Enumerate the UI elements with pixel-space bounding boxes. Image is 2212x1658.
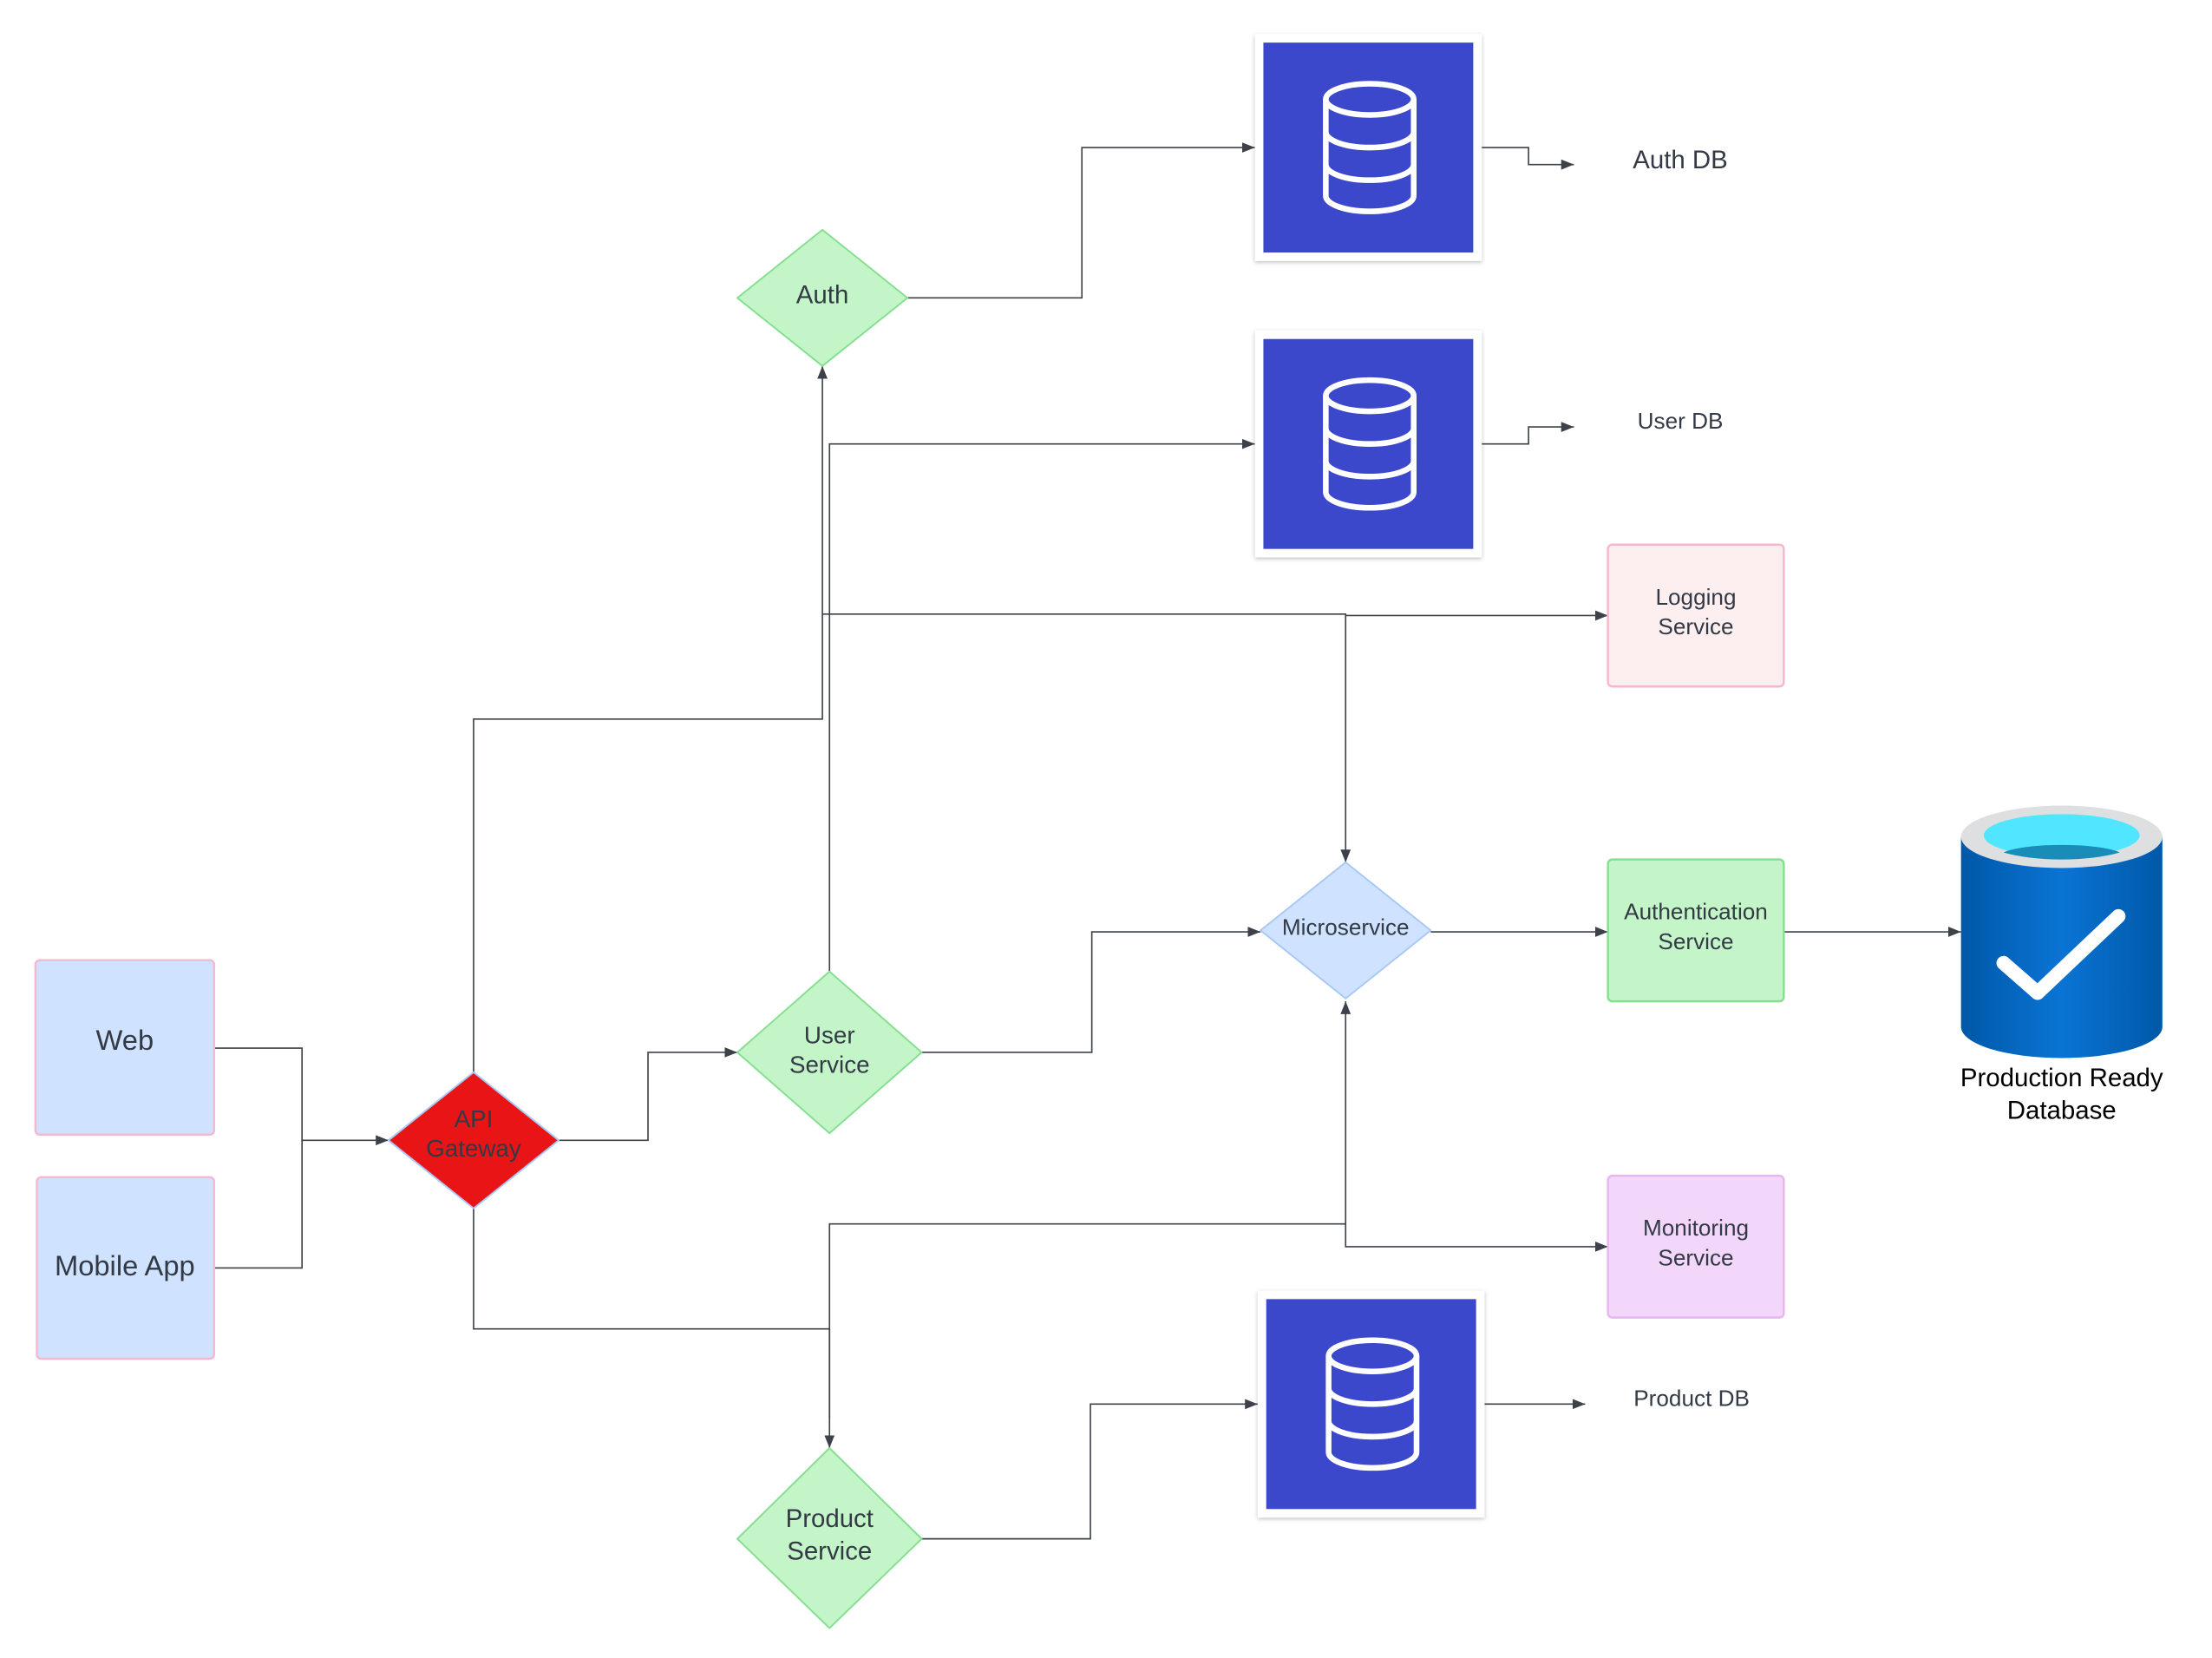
edge-mobile-gateway (213, 1140, 303, 1269)
edge-userdb-label (1482, 422, 1574, 445)
logging-service-label-1: Logging (1655, 584, 1736, 610)
user-service-label-2: Service (789, 1052, 870, 1078)
user-service-label-1: User (804, 1021, 855, 1048)
auth-db-label: Auth DB (1633, 146, 1728, 174)
edge-gateway-user-service (559, 1047, 737, 1142)
edge-product-service-productdb (921, 1399, 1258, 1540)
node-user-db[interactable] (1254, 330, 1482, 558)
architecture-diagram: Web Mobile App API Gateway Auth User Ser… (34, 34, 2163, 1629)
node-auth[interactable]: Auth (736, 228, 909, 367)
node-production-ready-database[interactable]: Production Ready Database (1960, 805, 2163, 1125)
product-db-label: Product DB (1633, 1385, 1750, 1411)
edge-auth-microservice (822, 613, 1351, 862)
edge-gateway-auth (473, 365, 828, 1072)
web-label: Web (96, 1024, 154, 1056)
connectors (213, 142, 1961, 1540)
node-monitoring-service[interactable]: Monitoring Service (1607, 1174, 1785, 1319)
node-auth-db[interactable] (1254, 34, 1482, 261)
edge-to-monitoring (1345, 1223, 1608, 1252)
authentication-service-label-1: Authentication (1624, 899, 1768, 925)
production-db-label-1: Production Ready (1960, 1064, 2163, 1092)
node-microservice[interactable]: Microservice (1260, 861, 1432, 999)
node-product-db[interactable] (1257, 1290, 1485, 1518)
edge-web-gateway (213, 1047, 389, 1146)
api-gateway-label-1: API (455, 1105, 494, 1132)
api-gateway-label-2: Gateway (426, 1135, 521, 1162)
node-mobile-app[interactable]: Mobile App (36, 1176, 216, 1360)
edge-authdb-label (1482, 147, 1574, 170)
node-web[interactable]: Web (34, 959, 216, 1136)
edge-gateway-product-service (473, 1208, 835, 1449)
monitoring-service-label-2: Service (1658, 1245, 1733, 1271)
product-service-label-2: Service (787, 1537, 872, 1566)
auth-label: Auth (796, 280, 849, 309)
user-db-label: User DB (1638, 408, 1724, 434)
mobile-app-label: Mobile App (55, 1249, 195, 1281)
node-api-gateway[interactable]: API Gateway (387, 1071, 560, 1209)
database-check-icon (1960, 805, 2163, 1058)
node-logging-service[interactable]: Logging Service (1607, 543, 1785, 688)
monitoring-service-label-1: Monitoring (1643, 1215, 1749, 1241)
node-authentication-service[interactable]: Authentication Service (1607, 858, 1785, 1003)
edge-auth-authdb (907, 142, 1255, 299)
logging-service-label-2: Service (1658, 613, 1733, 639)
production-db-label-2: Database (2007, 1096, 2117, 1124)
product-service-label-1: Product (786, 1504, 874, 1533)
edge-user-service-userdb (828, 438, 1255, 972)
node-user-service[interactable]: User Service (736, 970, 923, 1135)
edge-user-service-microservice (921, 927, 1261, 1053)
authentication-service-label-2: Service (1658, 928, 1733, 954)
node-product-service[interactable]: Product Service (736, 1447, 923, 1629)
microservice-label: Microservice (1282, 914, 1410, 940)
